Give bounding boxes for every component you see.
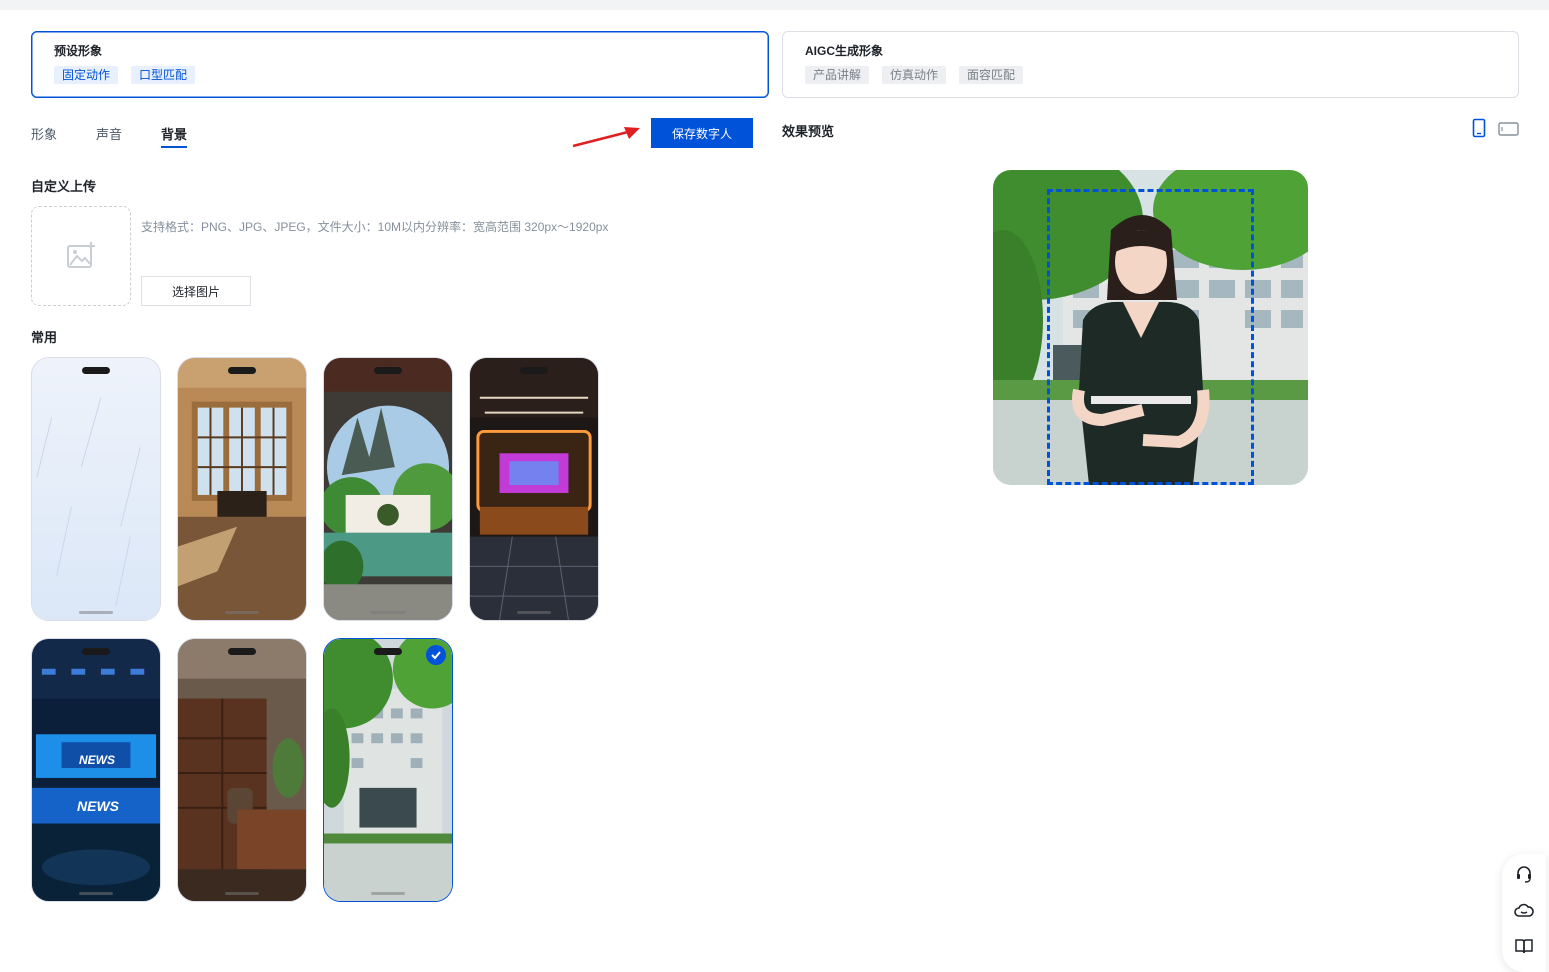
phone-home-bar — [517, 611, 551, 614]
mode-tag: 产品讲解 — [805, 66, 870, 84]
background-thumb-wooden-office[interactable] — [177, 638, 307, 902]
custom-upload-title: 自定义上传 — [31, 179, 97, 194]
background-thumb-classic-room[interactable] — [177, 357, 307, 621]
tab-background[interactable]: 背景 — [161, 124, 188, 148]
background-thumb-chinese-garden[interactable] — [323, 357, 453, 621]
mode-title: AIGC生成形象 — [805, 44, 884, 58]
mode-card-preset[interactable]: 预设形象 固定动作 口型匹配 — [31, 31, 769, 98]
phone-notch — [228, 648, 256, 655]
add-image-icon — [67, 242, 95, 268]
common-backgrounds-title: 常用 — [31, 330, 58, 345]
mode-title: 预设形象 — [54, 44, 103, 58]
phone-home-bar — [371, 892, 405, 895]
save-digital-human-button[interactable]: 保存数字人 — [651, 118, 753, 148]
news-studio-image — [32, 639, 160, 901]
settings-tabs: 形象 声音 背景 — [31, 124, 226, 148]
light-blue-texture-image — [32, 358, 160, 620]
phone-notch — [228, 367, 256, 374]
book-icon[interactable] — [1514, 936, 1534, 956]
red-arrow-annotation — [572, 127, 640, 148]
mode-tag: 固定动作 — [54, 66, 119, 84]
floating-toolbar — [1502, 854, 1546, 972]
classic-room-image — [178, 358, 306, 620]
choose-image-button[interactable]: 选择图片 — [141, 276, 251, 306]
tab-voice[interactable]: 声音 — [96, 124, 122, 148]
portrait-orientation-icon[interactable] — [1472, 118, 1486, 138]
phone-home-bar — [225, 892, 259, 895]
selected-check-icon — [426, 645, 446, 665]
mode-tag: 仿真动作 — [882, 66, 947, 84]
phone-home-bar — [79, 611, 113, 614]
mode-tag: 面容匹配 — [959, 66, 1024, 84]
background-thumb-campus[interactable] — [323, 638, 453, 902]
chinese-garden-image — [324, 358, 452, 620]
phone-home-bar — [79, 892, 113, 895]
background-thumb-neon-stage[interactable] — [469, 357, 599, 621]
cloud-icon[interactable] — [1514, 900, 1534, 920]
tab-avatar[interactable]: 形象 — [31, 124, 57, 148]
avatar-selection-box[interactable] — [1047, 189, 1254, 485]
wooden-office-image — [178, 639, 306, 901]
mode-tag: 口型匹配 — [131, 66, 196, 84]
mode-card-aigc[interactable]: AIGC生成形象 产品讲解 仿真动作 面容匹配 — [782, 31, 1519, 98]
background-thumb-light-blue[interactable] — [31, 357, 161, 621]
news-desk-text: NEWS — [77, 798, 119, 814]
top-bar — [0, 0, 1549, 10]
phone-notch — [82, 367, 110, 374]
background-thumb-news-studio[interactable]: NEWS NEWS — [31, 638, 161, 902]
phone-notch — [82, 648, 110, 655]
news-screen-text: NEWS — [79, 753, 115, 767]
preview-title: 效果预览 — [782, 124, 835, 139]
phone-notch — [374, 648, 402, 655]
neon-stage-image — [470, 358, 598, 620]
headset-icon[interactable] — [1514, 864, 1534, 884]
phone-notch — [520, 367, 548, 374]
phone-home-bar — [371, 611, 405, 614]
phone-notch — [374, 367, 402, 374]
landscape-orientation-icon[interactable] — [1498, 122, 1519, 136]
upload-format-hint: 支持格式：PNG、JPG、JPEG，文件大小：10M以内分辨率：宽高范围 320… — [141, 220, 609, 234]
campus-building-image — [324, 639, 452, 901]
image-upload-dropzone[interactable] — [31, 206, 131, 306]
phone-home-bar — [225, 611, 259, 614]
